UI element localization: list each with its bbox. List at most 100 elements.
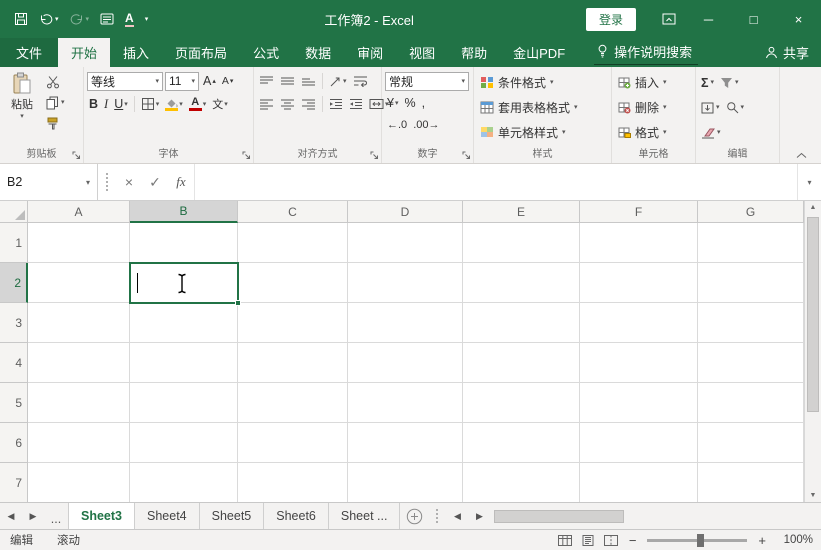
cell-C5[interactable] (238, 383, 348, 423)
cell-D5[interactable] (348, 383, 463, 423)
cell-B1[interactable] (130, 223, 238, 263)
align-bottom-button[interactable] (299, 71, 318, 91)
sheet-nav-right-icon[interactable]: ▶ (22, 503, 44, 529)
align-middle-button[interactable] (278, 71, 297, 91)
cell-A3[interactable] (28, 303, 130, 343)
cell-F6[interactable] (580, 423, 698, 463)
cell-D2[interactable] (348, 263, 463, 303)
cell-G4[interactable] (698, 343, 804, 383)
comma-style-button[interactable]: , (420, 93, 427, 113)
page-break-view-button[interactable] (604, 535, 618, 546)
sheet-tab-Sheet5[interactable]: Sheet5 (200, 503, 265, 529)
hscroll-left-icon[interactable]: ◀ (446, 511, 468, 522)
zoom-level[interactable]: 100% (777, 534, 813, 546)
enter-button[interactable]: ✓ (142, 164, 168, 200)
cell-A6[interactable] (28, 423, 130, 463)
zoom-slider[interactable] (647, 539, 747, 542)
login-button[interactable]: 登录 (586, 8, 636, 31)
tab-review[interactable]: 审阅 (344, 38, 396, 67)
cut-button[interactable] (46, 73, 65, 90)
find-select-button[interactable]: ▾ (726, 101, 745, 114)
bold-button[interactable]: B (87, 94, 100, 114)
phonetic-guide-button[interactable]: 文▾ (210, 94, 230, 114)
autosum-button[interactable]: Σ▾ (701, 76, 714, 90)
underline-button[interactable]: U▾ (112, 94, 130, 114)
insert-cells-button[interactable]: 插入 ▾ (615, 70, 692, 95)
decrease-decimal-button[interactable]: .00→ (411, 115, 441, 135)
collapse-ribbon-button[interactable] (796, 152, 807, 159)
column-header-G[interactable]: G (698, 201, 804, 223)
new-sheet-button[interactable] (400, 503, 428, 529)
cell-D4[interactable] (348, 343, 463, 383)
cell-C4[interactable] (238, 343, 348, 383)
cell-B3[interactable] (130, 303, 238, 343)
column-header-C[interactable]: C (238, 201, 348, 223)
save-button[interactable] (10, 9, 32, 29)
tab-file[interactable]: 文件 (0, 38, 58, 67)
tell-me-search[interactable]: 操作说明搜索 (594, 41, 698, 65)
italic-button[interactable]: I (102, 94, 110, 114)
cell-A2[interactable] (28, 263, 130, 303)
cell-C2[interactable] (238, 263, 348, 303)
alignment-dialog-launcher-icon[interactable] (370, 151, 379, 160)
sort-filter-button[interactable]: ▾ (720, 77, 739, 89)
cell-D1[interactable] (348, 223, 463, 263)
maximize-button[interactable]: □ (731, 0, 776, 38)
cell-G1[interactable] (698, 223, 804, 263)
decrease-indent-button[interactable] (327, 94, 345, 114)
cell-B4[interactable] (130, 343, 238, 383)
font-color-button[interactable]: A ▾ (187, 94, 209, 114)
cell-A4[interactable] (28, 343, 130, 383)
zoom-out-button[interactable]: − (627, 533, 639, 548)
number-dialog-launcher-icon[interactable] (462, 151, 471, 160)
sheet-bar-splitter[interactable] (436, 509, 438, 523)
horizontal-scrollbar-thumb[interactable] (494, 510, 624, 523)
cell-C7[interactable] (238, 463, 348, 502)
expand-formula-bar-button[interactable]: ▾ (797, 164, 821, 200)
cancel-button[interactable]: × (116, 164, 142, 200)
cell-F2[interactable] (580, 263, 698, 303)
shrink-font-button[interactable]: A▾ (220, 71, 236, 91)
fill-button[interactable]: ▾ (701, 102, 720, 114)
vertical-scrollbar[interactable]: ▲ ▼ (804, 201, 821, 502)
zoom-slider-thumb[interactable] (697, 534, 704, 547)
row-header-1[interactable]: 1 (0, 223, 28, 263)
row-header-4[interactable]: 4 (0, 343, 28, 383)
sheet-tab-Sheet3[interactable]: Sheet3 (68, 503, 135, 529)
cell-B6[interactable] (130, 423, 238, 463)
align-top-button[interactable] (257, 71, 276, 91)
cell-F3[interactable] (580, 303, 698, 343)
cell-A7[interactable] (28, 463, 130, 502)
cell-A5[interactable] (28, 383, 130, 423)
cell-B5[interactable] (130, 383, 238, 423)
close-button[interactable]: × (776, 0, 821, 38)
sheet-tab-Sheet6[interactable]: Sheet6 (264, 503, 329, 529)
cell-F4[interactable] (580, 343, 698, 383)
cell-G2[interactable] (698, 263, 804, 303)
formula-bar-splitter[interactable] (106, 173, 108, 191)
cell-E5[interactable] (463, 383, 580, 423)
number-format-select[interactable]: 常规▾ (385, 72, 469, 91)
cell-D7[interactable] (348, 463, 463, 502)
sheet-tab-Sheet4[interactable]: Sheet4 (135, 503, 200, 529)
hscroll-right-icon[interactable]: ▶ (468, 511, 490, 522)
undo-button[interactable]: ▾ (35, 10, 63, 28)
cell-G5[interactable] (698, 383, 804, 423)
scroll-up-icon[interactable]: ▲ (805, 204, 821, 211)
cell-F7[interactable] (580, 463, 698, 502)
row-header-3[interactable]: 3 (0, 303, 28, 343)
cell-E1[interactable] (463, 223, 580, 263)
wrap-text-button[interactable] (351, 71, 370, 91)
cell-B7[interactable] (130, 463, 238, 502)
cell-A1[interactable] (28, 223, 130, 263)
cell-D3[interactable] (348, 303, 463, 343)
sheet-nav-left-icon[interactable]: ◀ (0, 503, 22, 529)
normal-view-button[interactable] (558, 535, 572, 546)
tab-help[interactable]: 帮助 (448, 38, 500, 67)
more-sheets-indicator[interactable]: ... (44, 503, 68, 529)
increase-indent-button[interactable] (347, 94, 365, 114)
format-as-table-button[interactable]: 套用表格格式 ▾ (477, 95, 608, 120)
vertical-scrollbar-thumb[interactable] (807, 217, 819, 412)
conditional-formatting-button[interactable]: 条件格式 ▾ (477, 70, 608, 95)
delete-cells-button[interactable]: 删除 ▾ (615, 95, 692, 120)
